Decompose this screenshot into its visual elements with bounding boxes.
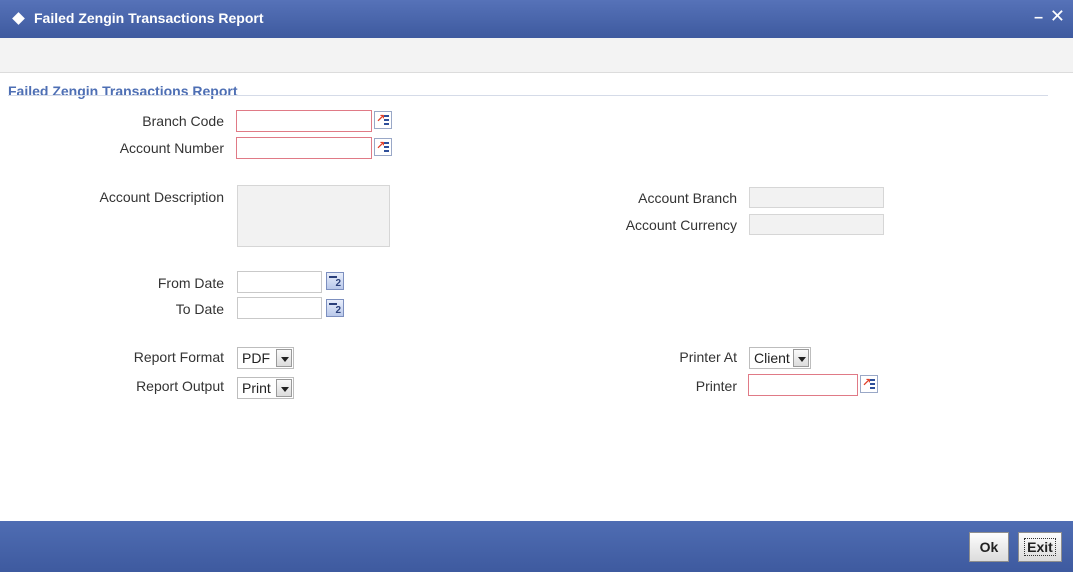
window-title: Failed Zengin Transactions Report <box>34 10 264 26</box>
chevron-down-icon[interactable] <box>793 349 809 367</box>
report-output-value: Print <box>242 380 271 396</box>
account-description-label: Account Description <box>99 189 224 205</box>
printer-input[interactable] <box>748 374 858 396</box>
branch-code-input[interactable] <box>236 110 372 132</box>
printer-at-select[interactable]: Client <box>749 347 811 369</box>
toolbar-strip <box>0 38 1073 73</box>
report-format-select[interactable]: PDF <box>237 347 294 369</box>
account-description-field <box>237 185 390 247</box>
from-date-label: From Date <box>157 275 224 291</box>
calendar-badge: 2 <box>335 278 341 289</box>
close-button[interactable]: ✕ <box>1050 6 1065 27</box>
exit-button-label: Exit <box>1024 538 1056 556</box>
from-date-calendar-button[interactable]: 2 <box>326 272 344 290</box>
account-currency-field <box>749 214 884 235</box>
minimize-button[interactable]: – <box>1034 9 1043 27</box>
chevron-down-icon[interactable] <box>276 349 292 367</box>
branch-code-label: Branch Code <box>142 113 224 129</box>
account-number-label: Account Number <box>119 140 224 156</box>
to-date-label: To Date <box>175 301 224 317</box>
printer-label: Printer <box>695 378 737 394</box>
printer-lov-button[interactable]: ↗ <box>860 375 878 393</box>
lov-list-icon <box>384 142 389 152</box>
account-number-input[interactable] <box>236 137 372 159</box>
calendar-badge: 2 <box>335 305 341 316</box>
lov-list-icon <box>870 379 875 389</box>
window-titlebar: Failed Zengin Transactions Report – ✕ <box>0 0 1073 38</box>
section-title: Failed Zengin Transactions Report <box>8 83 238 99</box>
report-output-label: Report Output <box>136 378 224 394</box>
section-divider <box>8 95 1048 96</box>
window-diamond-icon <box>12 12 25 25</box>
report-output-select[interactable]: Print <box>237 377 294 399</box>
account-branch-label: Account Branch <box>638 190 737 206</box>
exit-button[interactable]: Exit <box>1018 532 1062 562</box>
chevron-down-icon[interactable] <box>276 379 292 397</box>
printer-at-value: Client <box>754 350 790 366</box>
report-format-label: Report Format <box>133 349 224 365</box>
report-format-value: PDF <box>242 350 270 366</box>
account-branch-field <box>749 187 884 208</box>
account-number-lov-button[interactable]: ↗ <box>374 138 392 156</box>
to-date-calendar-button[interactable]: 2 <box>326 299 344 317</box>
ok-button[interactable]: Ok <box>969 532 1009 562</box>
printer-at-label: Printer At <box>679 349 737 365</box>
to-date-input[interactable] <box>237 297 322 319</box>
lov-list-icon <box>384 115 389 125</box>
from-date-input[interactable] <box>237 271 322 293</box>
account-currency-label: Account Currency <box>625 217 737 233</box>
footer-bar: Ok Exit <box>0 521 1073 572</box>
branch-code-lov-button[interactable]: ↗ <box>374 111 392 129</box>
